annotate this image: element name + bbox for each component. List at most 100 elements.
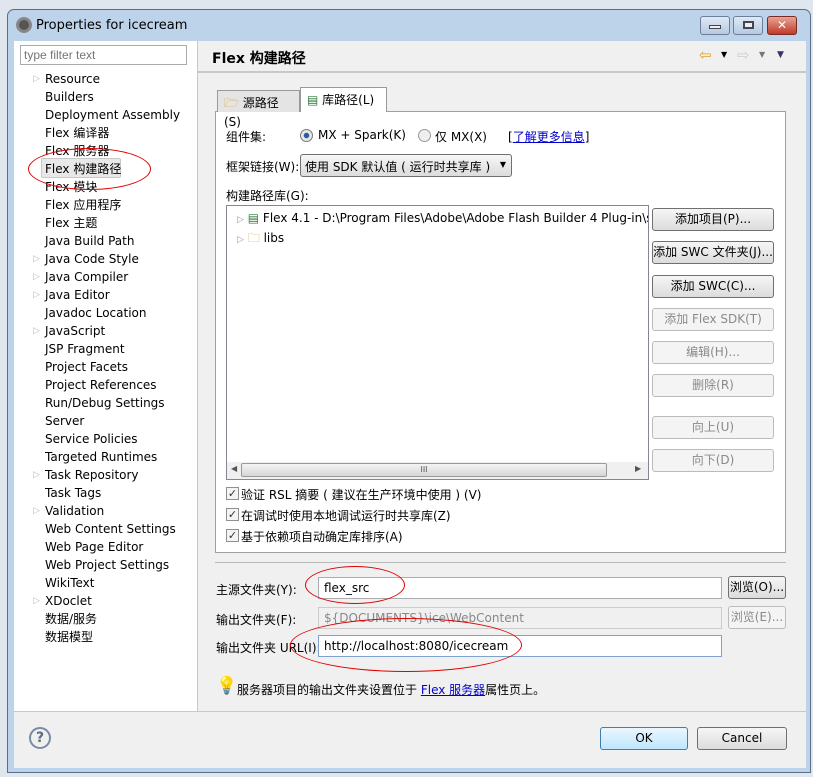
annotation-ellipse [290,618,522,672]
scroll-right-icon[interactable]: ▶ [635,464,641,473]
sidebar-item[interactable]: Web Content Settings [45,520,176,538]
library-books-icon: ▤ [247,211,260,225]
radio-mx-only[interactable] [418,129,431,142]
minimize-button[interactable] [700,16,730,35]
chevron-down-icon: ▼ [499,160,506,169]
help-icon[interactable]: ? [29,727,51,749]
sidebar-item[interactable]: Project References [45,376,157,394]
expand-icon: ▷ [237,235,244,245]
scroll-left-icon[interactable]: ◀ [231,464,237,473]
sidebar-item[interactable]: Flex 编译器 [45,124,109,142]
sidebar-item[interactable]: Service Policies [45,430,138,448]
horizontal-scrollbar[interactable]: ◀ III ▶ [227,462,648,479]
tree-item-libs[interactable]: ▷ 🗀 libs [237,229,284,250]
library-button[interactable]: 添加 SWC(C)... [652,275,774,298]
library-button[interactable]: 添加项目(P)... [652,208,774,231]
scroll-thumb[interactable]: III [241,463,607,477]
forward-arrow-icon[interactable]: ⇨ [737,46,750,64]
annotation-ellipse [305,566,405,604]
radio-label: MX + Spark(K) [318,128,406,142]
library-books-icon: ▤ [307,93,319,107]
component-set-label: 组件集: [226,130,267,144]
sidebar-item[interactable]: Java Compiler [45,268,128,286]
tab-source-path[interactable]: 🗁 源路径(S) [217,90,300,129]
back-dropdown-icon[interactable]: ▼ [721,50,727,59]
sidebar-item[interactable]: Server [45,412,84,430]
sidebar-item[interactable]: Run/Debug Settings [45,394,165,412]
expand-icon[interactable]: ▷ [33,470,40,480]
framework-linkage-select[interactable]: 使用 SDK 默认值 ( 运行时共享库 ) ▼ [300,154,512,177]
sidebar-item[interactable]: Task Repository [45,466,139,484]
sidebar-item[interactable]: WikiText [45,574,95,592]
sidebar-item[interactable]: XDoclet [45,592,92,610]
window-title: Properties for icecream [36,18,188,33]
library-tree[interactable]: ▷ ▤ Flex 4.1 - D:\Program Files\Adobe\Ad… [226,205,649,480]
close-button[interactable]: ✕ [767,16,797,35]
sidebar-item[interactable]: Java Build Path [45,232,134,250]
tree-item-flex-sdk[interactable]: ▷ ▤ Flex 4.1 - D:\Program Files\Adobe\Ad… [237,211,649,225]
main-source-folder-label: 主源文件夹(Y): [216,583,297,597]
sidebar-item[interactable]: Deployment Assembly [45,106,180,124]
sidebar-item[interactable]: Builders [45,88,94,106]
expand-icon[interactable]: ▷ [33,290,40,300]
sidebar-item[interactable]: Java Code Style [45,250,139,268]
tree-item-label: Flex 4.1 - D:\Program Files\Adobe\Adobe … [262,211,649,225]
sidebar-item[interactable]: Project Facets [45,358,128,376]
checkbox-label: 在调试时使用本地调试运行时共享库(Z) [241,509,451,523]
library-button: 编辑(H)... [652,341,774,364]
tree-item-label: libs [263,231,285,245]
sidebar-item[interactable]: Resource [45,70,100,88]
browse-main-source-button[interactable]: 浏览(O)... [728,576,786,599]
sidebar-item[interactable]: Javadoc Location [45,304,146,322]
expand-icon[interactable]: ▷ [33,272,40,282]
expand-icon: ▷ [237,215,244,225]
eclipse-gear-icon [16,17,32,33]
sidebar-item[interactable]: JavaScript [45,322,105,340]
sidebar-item[interactable]: Web Page Editor [45,538,143,556]
sidebar-item[interactable]: JSP Fragment [45,340,125,358]
maximize-button[interactable] [733,16,763,35]
flex-server-link[interactable]: Flex 服务器 [421,683,485,697]
library-button[interactable]: 添加 SWC 文件夹(J)... [652,241,774,264]
sidebar-item[interactable]: Flex 主题 [45,214,97,232]
sidebar-item[interactable]: Web Project Settings [45,556,169,574]
framework-linkage-label: 框架链接(W): [226,160,300,174]
ok-button[interactable]: OK [600,727,688,750]
filter-input[interactable] [20,45,187,65]
hint-text: 属性页上。 [485,683,546,697]
library-button: 删除(R) [652,374,774,397]
sidebar-item[interactable]: Java Editor [45,286,110,304]
page-title: Flex 构建路径 [212,51,306,67]
sidebar-item[interactable]: Flex 应用程序 [45,196,121,214]
forward-dropdown-icon[interactable]: ▼ [759,50,765,59]
expand-icon[interactable]: ▷ [33,326,40,336]
cancel-button[interactable]: Cancel [697,727,787,750]
sidebar-item[interactable]: Targeted Runtimes [45,448,157,466]
browse-output-button: 浏览(E)... [728,606,786,629]
expand-icon[interactable]: ▷ [33,596,40,606]
sidebar-item[interactable]: 数据/服务 [45,610,97,628]
output-folder-label: 输出文件夹(F): [216,613,297,627]
sidebar-item[interactable]: 数据模型 [45,628,93,646]
checkbox[interactable]: ✓ [226,487,239,500]
checkbox[interactable]: ✓ [226,529,239,542]
annotation-ellipse [28,148,151,190]
expand-icon[interactable]: ▷ [33,254,40,264]
expand-icon[interactable]: ▷ [33,74,40,84]
expand-icon[interactable]: ▷ [33,506,40,516]
sidebar-item[interactable]: Validation [45,502,104,520]
select-value: 使用 SDK 默认值 ( 运行时共享库 ) [305,160,491,174]
checkbox-label: 基于依赖项自动确定库排序(A) [241,530,403,544]
checkbox-label: 验证 RSL 摘要 ( 建议在生产环境中使用 ) (V) [241,488,482,502]
sidebar-item[interactable]: Task Tags [45,484,101,502]
bracket: ] [584,130,590,144]
view-menu-icon[interactable]: ▼ [777,50,784,60]
radio-mx-spark[interactable] [300,129,313,142]
back-arrow-icon[interactable]: ⇦ [699,46,712,64]
learn-more-link[interactable]: 了解更多信息 [513,130,585,144]
hint-text: 服务器项目的输出文件夹设置位于 [237,683,421,697]
tab-library-path[interactable]: ▤ 库路径(L) [300,87,387,112]
separator [215,562,786,563]
build-path-libraries-label: 构建路径库(G): [226,189,309,203]
checkbox[interactable]: ✓ [226,508,239,521]
